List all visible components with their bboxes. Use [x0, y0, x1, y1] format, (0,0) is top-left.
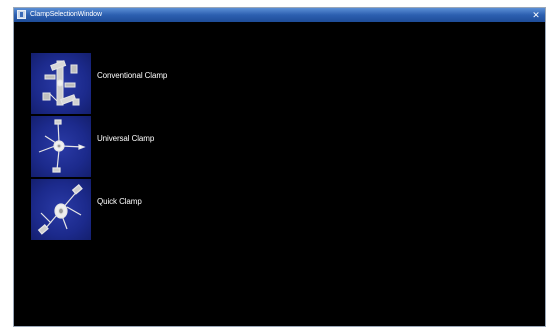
- quick-clamp-icon: [37, 184, 83, 235]
- conventional-clamp-icon: [42, 60, 80, 106]
- conventional-clamp-label[interactable]: Conventional Clamp: [97, 71, 167, 80]
- clamp-selection-window: ClampSelectionWindow ✕ Conventional Clam…: [13, 7, 546, 327]
- app-icon: [17, 10, 26, 19]
- universal-clamp-option[interactable]: Universal Clamp: [31, 116, 331, 177]
- title-bar[interactable]: ClampSelectionWindow ✕: [14, 8, 545, 22]
- close-icon[interactable]: ✕: [531, 10, 541, 20]
- conventional-clamp-thumbnail[interactable]: [31, 53, 91, 114]
- quick-clamp-label[interactable]: Quick Clamp: [97, 197, 142, 206]
- quick-clamp-thumbnail[interactable]: [31, 179, 91, 240]
- window-title: ClampSelectionWindow: [30, 11, 102, 18]
- universal-clamp-icon: [38, 119, 86, 173]
- universal-clamp-thumbnail[interactable]: [31, 116, 91, 177]
- universal-clamp-label[interactable]: Universal Clamp: [97, 134, 154, 143]
- conventional-clamp-option[interactable]: Conventional Clamp: [31, 53, 331, 114]
- quick-clamp-option[interactable]: Quick Clamp: [31, 179, 331, 240]
